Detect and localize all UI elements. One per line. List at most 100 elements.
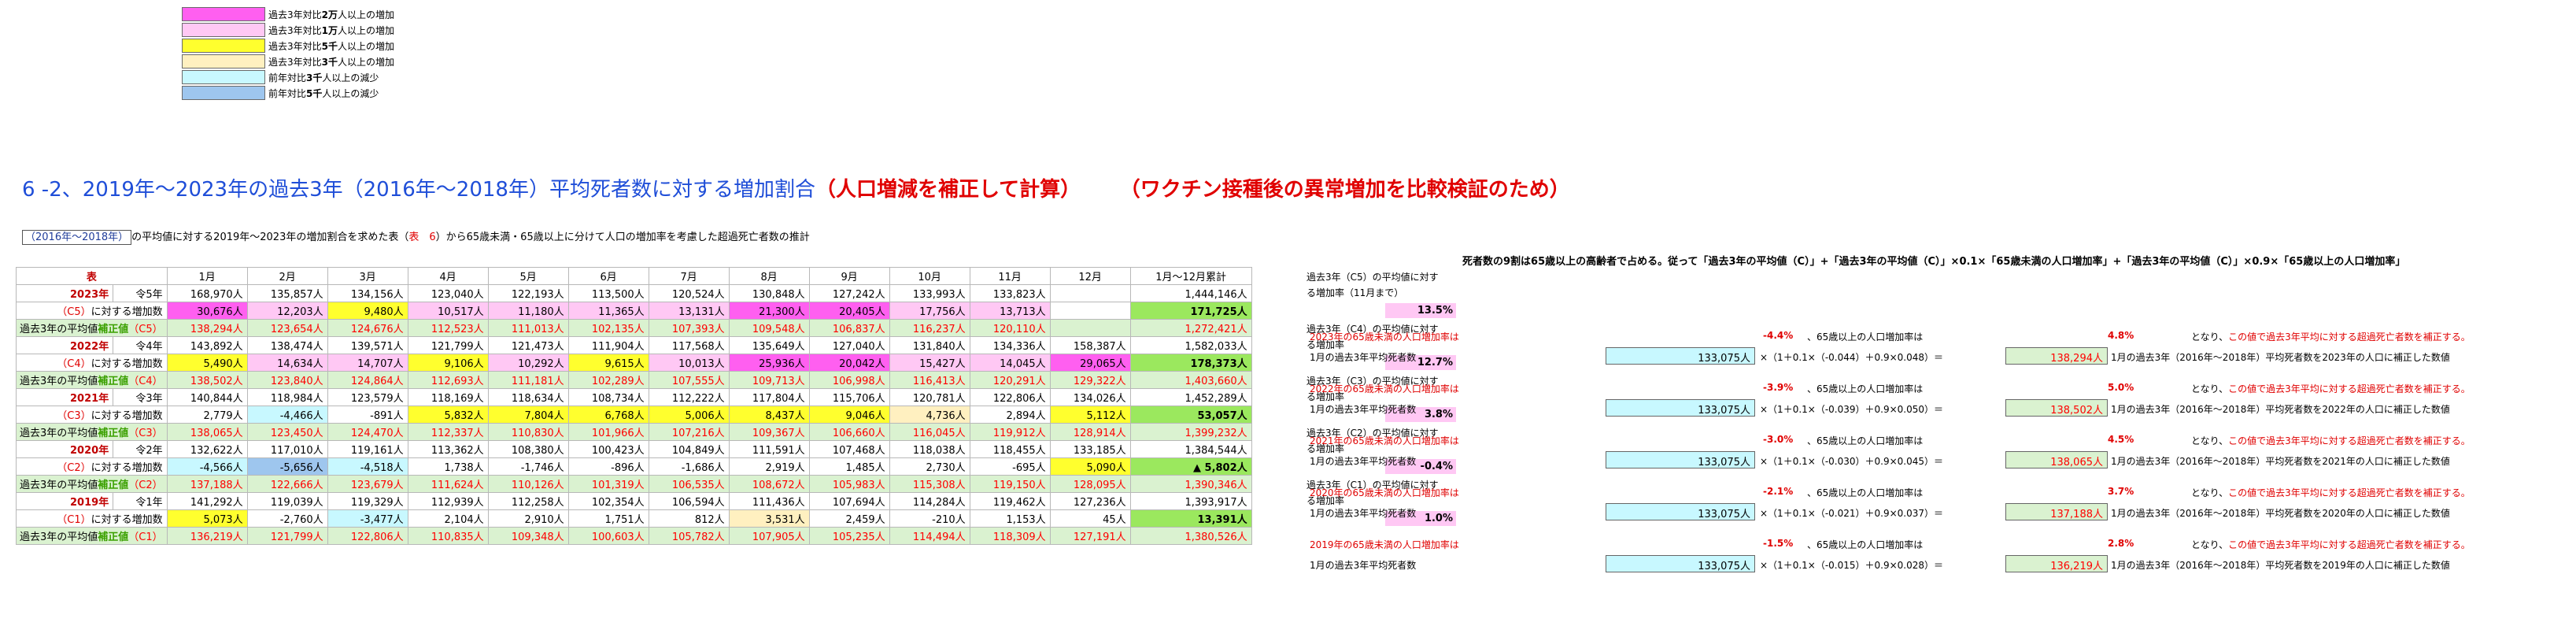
adjusted-average-cell: 137,188人 — [2005, 503, 2108, 520]
value-cell: 812人 — [648, 509, 730, 528]
average-label-text: 過去3年の平均値 — [20, 531, 98, 543]
value-cell: 121,799人 — [407, 336, 489, 354]
conclusion-text: となり、この値で過去3年平均に対する超過死亡者数を補正する。 — [2191, 486, 2471, 499]
annual-total-cell: 13,391人 — [1129, 509, 1252, 528]
legend-suffix: 人以上の増加 — [338, 56, 395, 68]
value-cell: 14,707人 — [327, 354, 408, 372]
conclusion-lead: となり、 — [2191, 487, 2229, 498]
adjusted-description: 1月の過去3年（2016年～2018年）平均死者数を2019年の人口に補正した数… — [2111, 560, 2450, 571]
value-cell: 112,222人 — [648, 388, 730, 406]
color-legend: 過去3年対比2万人以上の増加 過去3年対比1万人以上の増加 過去3年対比5千人以上の… — [182, 6, 426, 101]
value-cell: 21,300人 — [728, 302, 810, 320]
baseline-code: （C5） — [128, 324, 163, 335]
value-cell: 133,993人 — [889, 284, 970, 302]
legend-item: 前年対比3千人以上の減少 — [182, 69, 426, 85]
value-cell: 7,804人 — [487, 406, 569, 424]
month-header: 10月 — [889, 267, 970, 285]
legend-amount: 5千 — [306, 87, 323, 99]
under65-label: の65歳未満の人口増加率は — [1343, 331, 1459, 343]
legend-swatch — [182, 7, 265, 21]
value-cell: 1,153人 — [969, 509, 1051, 528]
value-cell: 107,468人 — [808, 440, 890, 458]
base-label: 1月の過去3年平均死者数 — [1310, 456, 1417, 467]
baseline-code: （C2） — [128, 480, 163, 491]
adjusted-average-cell: 138,502人 — [2005, 399, 2108, 417]
month-header: 9月 — [808, 267, 890, 285]
value-cell: 124,470人 — [327, 423, 408, 441]
increase-label: （C1）に対する増加数 — [16, 509, 168, 528]
base-average-cell: 133,075人 — [1606, 503, 1755, 520]
value-cell: 116,237人 — [889, 319, 970, 337]
value-cell: 100,423人 — [567, 440, 649, 458]
adjusted-average-cell: 138,294人 — [2005, 347, 2108, 365]
title-note-adjusted: （人口増減を補正して計算） — [815, 178, 1081, 202]
conclusion-highlight: この値で過去3年平均に対する超過死亡者数を補正する。 — [2228, 539, 2471, 550]
legend-prefix: 過去3年対比 — [268, 40, 322, 52]
legend-label: 過去3年対比3千人以上の増加 — [265, 55, 394, 69]
value-cell: 5,112人 — [1049, 406, 1131, 424]
table-row-inc: （C1）に対する増加数 5,073人 -2,760人 -3,477人 2,104人 2,9… — [16, 509, 1252, 528]
value-cell: 106,594人 — [648, 492, 730, 510]
growth-rate-line: 2021年の65歳未満の人口増加率は — [1310, 434, 1459, 447]
conclusion-lead: となり、 — [2191, 435, 2229, 446]
value-cell: 11,365人 — [567, 302, 649, 320]
value-cell: 6,768人 — [567, 406, 649, 424]
increase-label: （C4）に対する増加数 — [16, 354, 168, 372]
value-cell: 17,756人 — [889, 302, 970, 320]
increase-label: （C5）に対する増加数 — [16, 302, 168, 320]
value-cell: -891人 — [327, 406, 408, 424]
under65-rate: -1.5% — [1763, 538, 1794, 549]
value-cell: 102,289人 — [567, 371, 649, 389]
base-label: 1月の過去3年平均死者数 — [1310, 404, 1417, 415]
value-cell: 1,751人 — [567, 509, 649, 528]
month-header: 3月 — [327, 267, 408, 285]
value-cell: 123,450人 — [246, 423, 328, 441]
value-cell: -210人 — [889, 509, 970, 528]
value-cell: 134,336人 — [969, 336, 1051, 354]
intro-text: （2016年～2018年） の平均値に対する2019年～2023年の増加割合を求め… — [22, 228, 810, 245]
increase-label-text: に対する増加数 — [91, 358, 163, 370]
conclusion-lead: となり、 — [2191, 383, 2229, 394]
value-cell: 117,568人 — [648, 336, 730, 354]
total-header: 1月～12月累計 — [1129, 267, 1252, 285]
value-cell: 120,110人 — [969, 319, 1051, 337]
value-cell: 138,065人 — [166, 423, 248, 441]
table-row-inc: （C3）に対する増加数 2,779人 -4,466人 -891人 5,832人 7,804… — [16, 406, 1252, 424]
value-cell: -4,566人 — [166, 457, 248, 476]
value-cell: 119,329人 — [327, 492, 408, 510]
value-cell: 122,193人 — [487, 284, 569, 302]
legend-swatch — [182, 23, 265, 37]
value-cell: 110,126人 — [487, 475, 569, 493]
legend-prefix: 過去3年対比 — [268, 9, 322, 20]
annual-total-cell: 1,272,421人 — [1129, 319, 1252, 337]
value-cell: 9,106人 — [407, 354, 489, 372]
value-cell: 1,485人 — [808, 457, 890, 476]
value-cell: 118,169人 — [407, 388, 489, 406]
conclusion-text: となり、この値で過去3年平均に対する超過死亡者数を補正する。 — [2191, 330, 2471, 343]
value-cell: 118,309人 — [969, 527, 1051, 545]
month-header: 12月 — [1049, 267, 1131, 285]
value-cell: 9,480人 — [327, 302, 408, 320]
table-row-year: 2022年 令4年 143,892人 138,474人 139,571人 121,799人… — [15, 336, 1252, 354]
value-cell: 5,490人 — [166, 354, 248, 372]
month-header: 6月 — [567, 267, 649, 285]
legend-prefix: 過去3年対比 — [268, 56, 322, 68]
legend-suffix: 人以上の増加 — [338, 24, 395, 36]
annual-total-cell: 171,725人 — [1129, 302, 1252, 320]
value-cell: 111,904人 — [567, 336, 649, 354]
value-cell: 118,455人 — [969, 440, 1051, 458]
legend-label: 前年対比5千人以上の減少 — [265, 87, 379, 100]
average-label-text: 過去3年の平均値 — [20, 480, 98, 491]
era-label: 令2年 — [113, 440, 168, 458]
value-cell: 104,849人 — [648, 440, 730, 458]
legend-label: 前年対比3千人以上の減少 — [265, 71, 379, 84]
value-cell: -5,656人 — [246, 457, 328, 476]
value-cell: 11,180人 — [487, 302, 569, 320]
value-cell — [1049, 319, 1131, 337]
baseline-code: （C1） — [57, 514, 91, 526]
rate-label-2: る増加率（11月まで） — [1306, 287, 1404, 298]
over65-label: 、65歳以上の人口増加率は — [1807, 435, 1924, 446]
legend-suffix: 人以上の増加 — [338, 40, 395, 52]
year-label: 2021年 — [15, 388, 114, 406]
table-row-avg: 過去3年の平均値補正値（C4） 138,502人 123,840人 124,864人 1… — [16, 371, 1252, 389]
